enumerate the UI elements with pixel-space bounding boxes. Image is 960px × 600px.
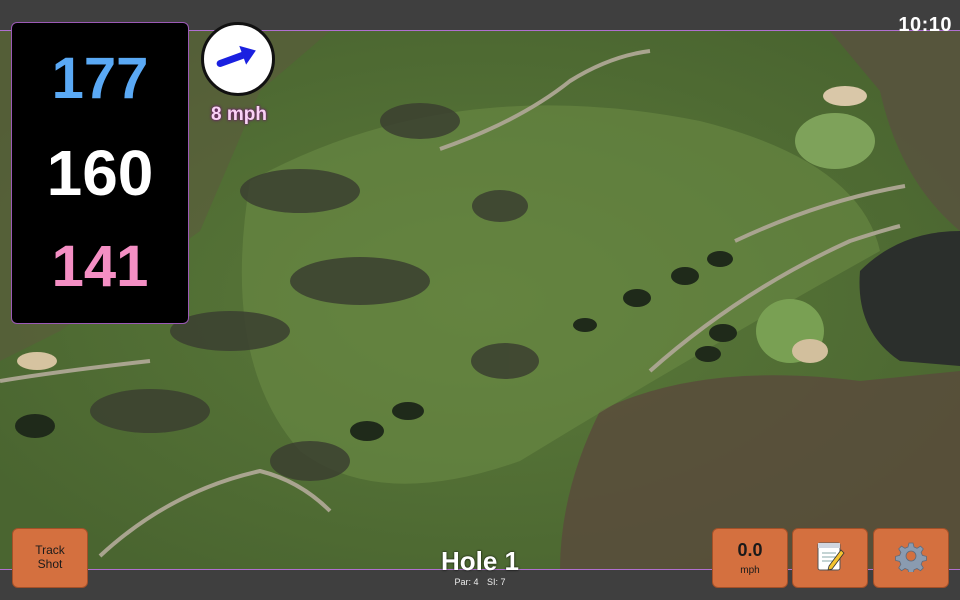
clock: 10:10 [898, 14, 952, 36]
speed-value: 0.0 [737, 540, 763, 560]
wind-indicator [201, 22, 275, 96]
distance-panel: 177 160 141 [11, 22, 189, 324]
track-shot-label-line2: Shot [37, 557, 63, 571]
speed-unit: mph [740, 565, 760, 576]
track-shot-label-line1: Track [35, 543, 65, 558]
wind-speed: 8 mph [211, 104, 267, 125]
back-distance: 177 [51, 45, 149, 111]
hole-stroke-index: SI: 7 [487, 577, 506, 587]
center-distance: 160 [46, 136, 154, 209]
front-distance: 141 [51, 234, 149, 300]
hole-info: Hole 1 Par: 4 SI: 7 [380, 548, 580, 587]
speed-button[interactable]: 0.0 mph [712, 528, 788, 588]
settings-button[interactable] [873, 528, 949, 588]
wind-arrow-icon [213, 32, 263, 87]
hole-title: Hole 1 [440, 546, 520, 576]
notes-button[interactable] [792, 528, 868, 588]
hole-par: Par: 4 [454, 577, 479, 587]
gear-icon [895, 540, 927, 577]
hole-details: Par: 4 SI: 7 [380, 577, 580, 587]
notepad-icon [815, 540, 845, 577]
track-shot-button[interactable]: Track Shot [12, 528, 88, 588]
